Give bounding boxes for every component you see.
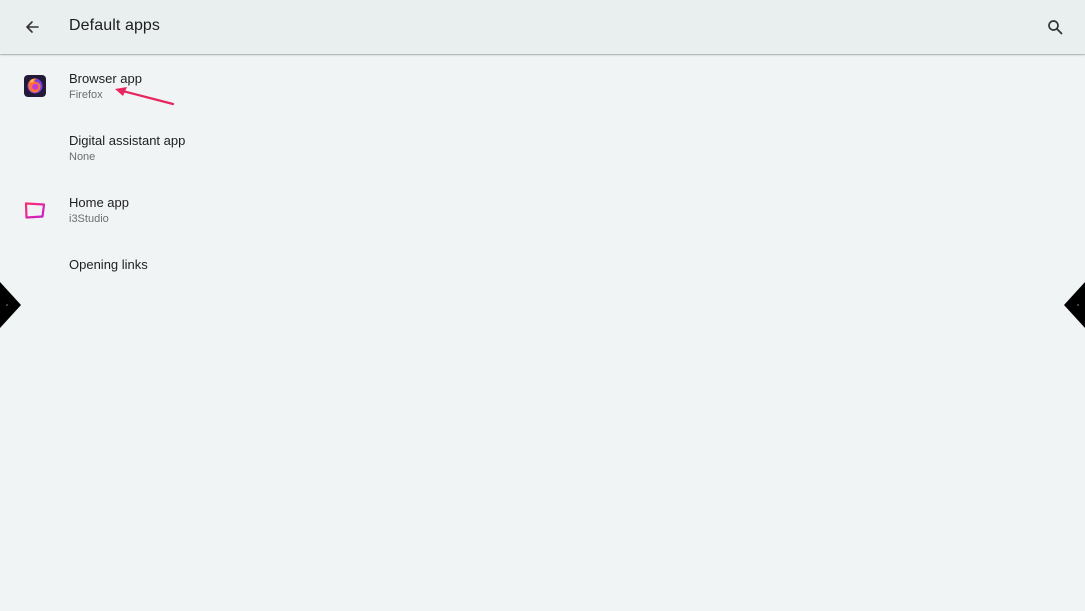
right-edge-handle-icon[interactable] bbox=[1063, 282, 1085, 328]
search-button[interactable] bbox=[1041, 13, 1069, 41]
list-item-digital-assistant-app[interactable]: Digital assistant app None bbox=[0, 124, 1085, 184]
item-summary: None bbox=[69, 151, 96, 163]
item-title: Digital assistant app bbox=[69, 133, 186, 148]
item-title: Home app bbox=[69, 195, 129, 210]
item-summary: i3Studio bbox=[69, 213, 109, 225]
app-bar: Default apps bbox=[0, 0, 1085, 54]
back-button[interactable] bbox=[18, 13, 46, 41]
firefox-icon bbox=[24, 75, 46, 97]
search-icon bbox=[1048, 20, 1063, 35]
arrow-back-icon bbox=[26, 21, 39, 33]
item-summary: Firefox bbox=[69, 89, 103, 101]
item-title: Opening links bbox=[69, 257, 148, 272]
list-item-opening-links[interactable]: Opening links bbox=[0, 248, 1085, 308]
left-edge-handle-icon[interactable] bbox=[0, 282, 22, 328]
page-title: Default apps bbox=[69, 17, 161, 34]
list-item-home-app[interactable]: Home app i3Studio bbox=[0, 186, 1085, 246]
arrow-annotation bbox=[115, 87, 175, 106]
i3studio-icon bbox=[24, 202, 46, 219]
